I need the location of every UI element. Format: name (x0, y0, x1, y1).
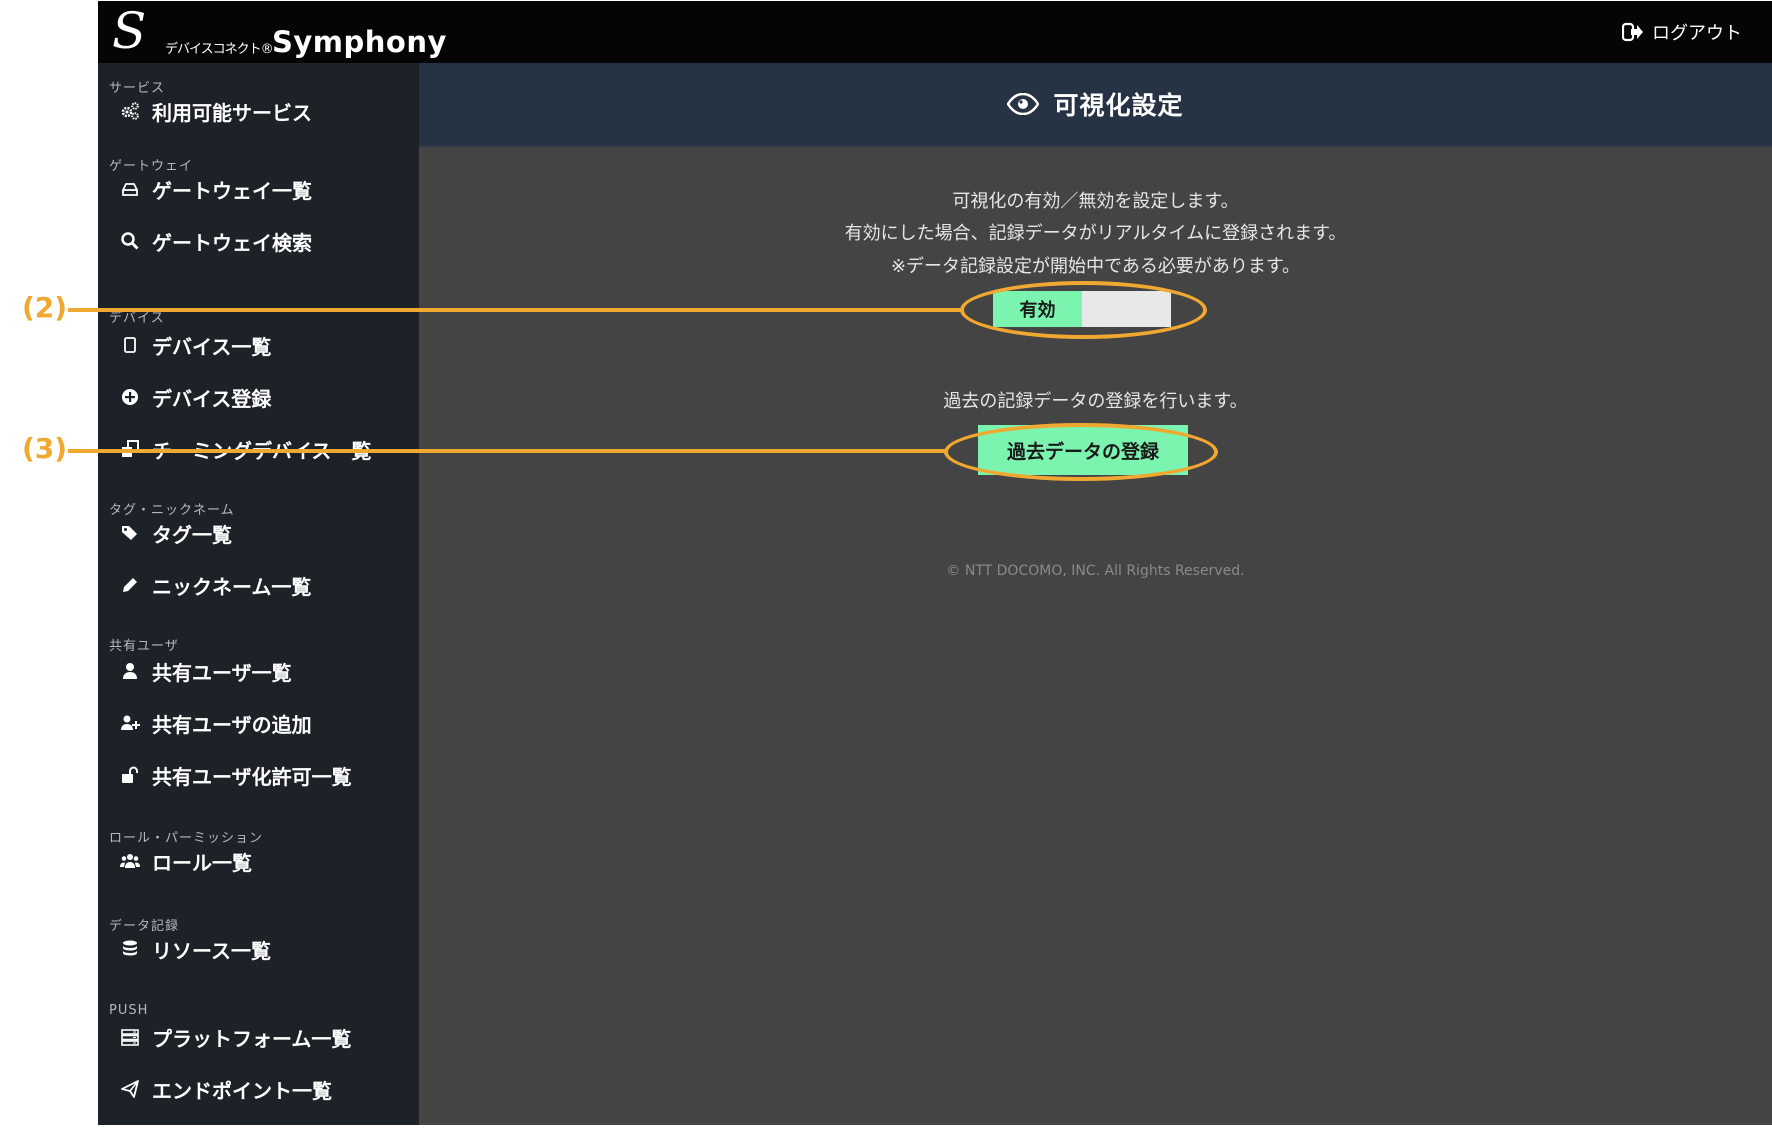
sidebar-item-gateway-search[interactable]: ゲートウェイ検索 (120, 223, 312, 259)
tags-icon (122, 526, 137, 540)
sidebar-item-label: プラットフォーム一覧 (152, 1026, 352, 1051)
sidebar-item-platform-list[interactable]: プラットフォーム一覧 (120, 1019, 351, 1055)
logo-brand[interactable]: Symphony (272, 25, 447, 59)
sidebar-item-nickname-list[interactable]: ニックネーム一覧 (120, 567, 311, 603)
eye-icon (1007, 93, 1040, 115)
sidebar-item-label: タグ一覧 (152, 522, 232, 547)
register-description: 過去の記録データの登録を行います。 (943, 391, 1248, 412)
database-icon (123, 940, 137, 956)
callout-ellipse-2 (960, 281, 1207, 339)
section-title-push: PUSH (109, 1003, 149, 1018)
logo-mark: S (112, 2, 147, 60)
search-icon (121, 232, 139, 250)
sidebar-item-label: リソース一覧 (152, 938, 271, 963)
tablet-icon (124, 337, 136, 353)
footer-copyright: © NTT DOCOMO, INC. All Rights Reserved. (946, 563, 1245, 579)
page-header: 可視化設定 (419, 63, 1772, 147)
users-icon (120, 854, 140, 868)
sidebar-item-endpoint-list[interactable]: エンドポイント一覧 (120, 1071, 332, 1107)
callout-ellipse-3 (944, 423, 1218, 481)
sign-out-icon (1622, 22, 1643, 42)
sidebar-item-label: ロール一覧 (152, 850, 252, 875)
app-window: S デバイスコネクト® Symphony ログアウト サービス 利用可能サービス… (98, 1, 1772, 1125)
sidebar-item-device-list[interactable]: デバイス一覧 (120, 327, 271, 363)
sidebar-item-tag-list[interactable]: タグ一覧 (120, 515, 232, 551)
user-plus-icon (121, 715, 140, 730)
callout-label-3: (3) (22, 432, 68, 465)
sidebar-item-shared-user-add[interactable]: 共有ユーザの追加 (120, 705, 312, 741)
sidebar-item-label: 共有ユーザの追加 (152, 712, 312, 737)
callout-line-2 (68, 308, 961, 312)
sidebar-item-role-list[interactable]: ロール一覧 (120, 843, 252, 879)
sidebar-item-gateway-list[interactable]: ゲートウェイ一覧 (120, 171, 312, 207)
callout-label-2: (2) (22, 291, 68, 324)
logout-label: ログアウト (1652, 23, 1742, 44)
sidebar: サービス 利用可能サービス ゲートウェイ ゲートウェイ一覧 ゲートウェイ検索 デ… (98, 63, 419, 1125)
sidebar-item-label: エンドポイント一覧 (152, 1078, 332, 1103)
sidebar-item-label: 共有ユーザ一覧 (152, 660, 292, 685)
unlock-icon (122, 766, 138, 783)
plus-circle-icon (122, 389, 138, 405)
sidebar-item-label: 利用可能サービス (152, 100, 312, 125)
user-icon (123, 663, 137, 679)
sidebar-item-label: ゲートウェイ検索 (152, 230, 312, 255)
sidebar-item-label: デバイス登録 (152, 386, 272, 411)
sidebar-item-shared-user-list[interactable]: 共有ユーザ一覧 (120, 653, 292, 689)
gears-icon (121, 102, 139, 120)
sidebar-item-shared-user-permission-list[interactable]: 共有ユーザ化許可一覧 (120, 757, 352, 793)
sidebar-item-label: 共有ユーザ化許可一覧 (152, 764, 352, 789)
sidebar-item-label: ニックネーム一覧 (152, 574, 312, 599)
description-line-2: 有効にした場合、記録データがリアルタイムに登録されます。 (844, 223, 1347, 244)
callout-line-3 (68, 449, 946, 453)
server-icon (121, 1029, 139, 1046)
top-bar: S デバイスコネクト® Symphony ログアウト (98, 1, 1772, 63)
page-title: 可視化設定 (1053, 91, 1184, 120)
sidebar-item-device-register[interactable]: デバイス登録 (120, 379, 271, 415)
logout-button[interactable]: ログアウト (1622, 19, 1742, 45)
sidebar-item-available-services[interactable]: 利用可能サービス (120, 93, 312, 129)
sidebar-item-label: デバイス一覧 (152, 334, 272, 359)
paper-plane-icon (121, 1080, 139, 1098)
description-line-1: 可視化の有効／無効を設定します。 (952, 191, 1239, 212)
sidebar-item-label: ゲートウェイ一覧 (152, 178, 312, 203)
pencil-icon (123, 578, 137, 592)
hdd-icon (122, 183, 138, 196)
section-title-shared-user: 共有ユーザ (109, 639, 179, 654)
description-line-3: ※データ記録設定が開始中である必要があります。 (890, 256, 1301, 277)
sidebar-item-resource-list[interactable]: リソース一覧 (120, 931, 271, 967)
logo-subtitle: デバイスコネクト® (165, 42, 274, 57)
